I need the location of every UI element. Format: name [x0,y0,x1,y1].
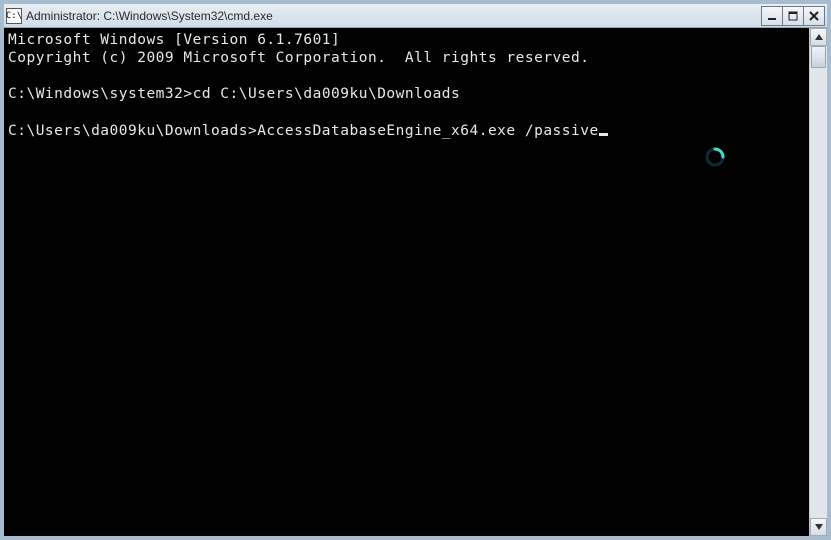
console-command: AccessDatabaseEngine_x64.exe /passive [257,123,599,139]
cmd-window: C:\ Administrator: C:\Windows\System32\c… [0,0,831,540]
console-output[interactable]: Microsoft Windows [Version 6.1.7601] Cop… [4,28,809,536]
window-controls [762,6,825,26]
busy-cursor-icon [704,146,726,168]
scrollbar-thumb[interactable] [811,46,826,68]
cmd-icon: C:\ [6,8,22,24]
chevron-up-icon [815,34,823,40]
maximize-button[interactable] [782,6,804,26]
minimize-icon [767,11,777,21]
client-area: Microsoft Windows [Version 6.1.7601] Cop… [4,28,827,536]
console-prompt: C:\Users\da009ku\Downloads> [8,123,257,139]
scrollbar-track[interactable] [810,46,827,518]
minimize-button[interactable] [761,6,783,26]
window-title: Administrator: C:\Windows\System32\cmd.e… [26,9,762,23]
console-line: Copyright (c) 2009 Microsoft Corporation… [8,50,589,66]
close-icon [809,11,819,21]
close-button[interactable] [803,6,825,26]
chevron-down-icon [815,524,823,530]
vertical-scrollbar[interactable] [809,28,827,536]
titlebar[interactable]: C:\ Administrator: C:\Windows\System32\c… [4,4,827,28]
maximize-icon [788,11,798,21]
console-command: cd C:\Users\da009ku\Downloads [193,86,461,102]
console-prompt: C:\Windows\system32> [8,86,193,102]
scroll-down-button[interactable] [810,518,827,536]
scroll-up-button[interactable] [810,28,827,46]
console-line: Microsoft Windows [Version 6.1.7601] [8,32,340,48]
text-cursor [599,133,608,136]
